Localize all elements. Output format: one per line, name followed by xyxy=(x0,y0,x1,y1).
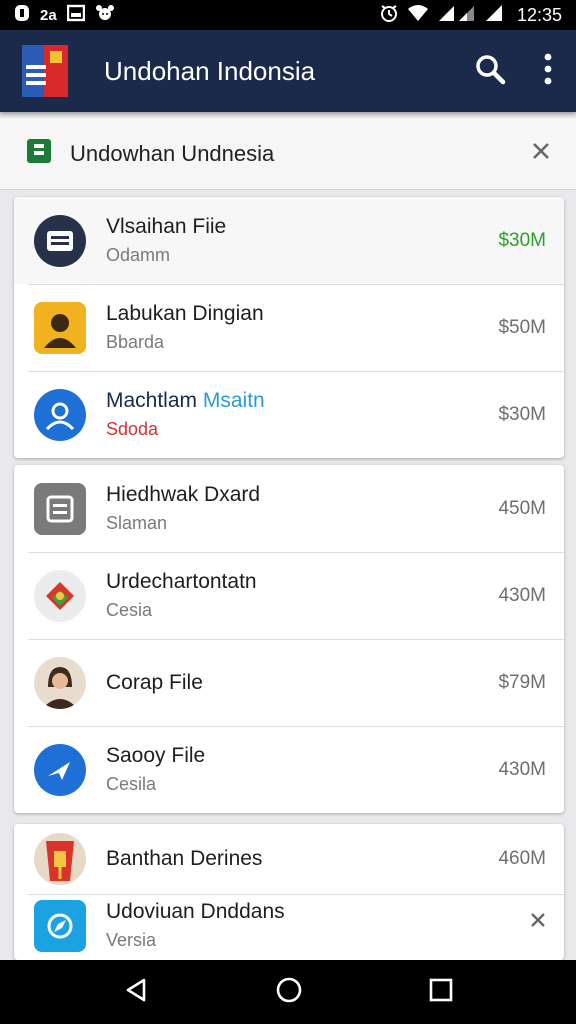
person-silhouette-icon xyxy=(34,301,86,354)
battery-icon xyxy=(485,4,503,27)
list-item-subtitle: Versia xyxy=(106,930,157,950)
list-item-title: Vlsaihan Fiie xyxy=(106,215,227,238)
list-item[interactable]: Corap File $79M xyxy=(14,639,564,726)
list-item-size: $50M xyxy=(498,316,546,338)
list-item[interactable]: Hiedhwak Dxard Slaman 450M xyxy=(14,465,564,552)
list-item-title: Corap File xyxy=(106,670,203,694)
status-time: 12:35 xyxy=(516,4,562,25)
document-avatar-icon xyxy=(34,214,86,267)
close-icon[interactable] xyxy=(530,912,546,933)
list-item-size: 430M xyxy=(498,584,546,606)
close-icon[interactable] xyxy=(532,142,550,165)
list-item-texts: Saooy File Cesila xyxy=(106,744,488,795)
back-icon[interactable] xyxy=(122,976,150,1009)
list-item-subtitle: Bbarda xyxy=(106,332,165,352)
overflow-menu-icon[interactable] xyxy=(542,53,554,90)
list-item-subtitle: Sdoda xyxy=(106,419,159,439)
app-bar: Undohan Indonsia xyxy=(0,30,576,112)
app-title: Undohan Indonsia xyxy=(104,55,316,86)
list-item-size: 430M xyxy=(498,758,546,780)
list-item-title: Labukan Dingian xyxy=(106,302,264,325)
wifi-icon xyxy=(407,4,429,27)
badge-icon xyxy=(34,569,86,622)
list-item-texts: Labukan Dingian Bbarda xyxy=(106,302,488,353)
list-item-title-highlight: Msaitn xyxy=(202,389,265,412)
status-left: 2a xyxy=(14,4,115,27)
app-logo-icon[interactable] xyxy=(22,45,68,97)
list-item[interactable]: Labukan Dingian Bbarda $50M xyxy=(14,284,564,371)
list-item-size: 460M xyxy=(498,848,546,869)
list-item-subtitle: Odamm xyxy=(106,245,171,265)
notification-icon xyxy=(14,4,30,27)
list-item-size: 450M xyxy=(498,497,546,519)
list-item-subtitle: Cesila xyxy=(106,774,157,794)
list-item[interactable]: Saooy File Cesila 430M xyxy=(14,726,564,813)
image-icon xyxy=(66,4,85,27)
banner-title: Undowhan Undnesia xyxy=(70,140,275,166)
plane-icon xyxy=(34,743,86,796)
recents-icon[interactable] xyxy=(428,977,454,1008)
list-item-title: Udoviuan Dnddans xyxy=(106,900,285,923)
list-item-size: $30M xyxy=(498,229,546,251)
list-item[interactable]: Udoviuan Dnddans Versia xyxy=(14,894,564,960)
status-bar: 2a 12:35 xyxy=(0,0,576,30)
list-item-texts: Banthan Derines xyxy=(106,847,488,871)
list-item-subtitle: Slaman xyxy=(106,513,168,533)
list-item-texts: Corap File xyxy=(106,671,488,695)
list-item-size: $30M xyxy=(498,403,546,425)
list-item-size: $79M xyxy=(498,671,546,693)
search-icon[interactable] xyxy=(474,53,506,90)
status-right: 12:35 xyxy=(379,3,562,28)
banner: Undowhan Undnesia xyxy=(0,118,576,190)
list-item[interactable]: Vlsaihan Fiie Odamm $30M xyxy=(14,197,564,284)
list-item[interactable]: Urdechartontatn Cesia 430M xyxy=(14,552,564,639)
list-item-title: Machtlam Msaitn xyxy=(106,389,488,413)
app-actions xyxy=(474,53,554,90)
list-item-texts: Urdechartontatn Cesia xyxy=(106,570,488,621)
list-item[interactable]: Banthan Derines 460M xyxy=(14,824,564,894)
file-group-1: Vlsaihan Fiie Odamm $30M Labukan Dingian… xyxy=(14,197,564,458)
navigation-bar xyxy=(0,960,576,1024)
woman-avatar-icon xyxy=(34,656,86,709)
alarm-icon xyxy=(379,3,399,28)
list-item-texts: Machtlam Msaitn Sdoda xyxy=(106,389,488,440)
pet-icon xyxy=(95,4,115,27)
list-item-texts: Hiedhwak Dxard Slaman xyxy=(106,483,488,534)
list-item-title: Saooy File xyxy=(106,744,206,767)
compass-icon xyxy=(34,900,86,952)
list-item-title: Hiedhwak Dxard xyxy=(106,483,261,506)
document-icon xyxy=(26,138,52,169)
list-item[interactable]: Machtlam Msaitn Sdoda $30M xyxy=(14,371,564,458)
list-item-texts: Vlsaihan Fiie Odamm xyxy=(106,215,488,266)
file-group-3: Banthan Derines 460M Udoviuan Dnddans Ve… xyxy=(14,824,564,960)
list-item-subtitle: Cesia xyxy=(106,600,153,620)
signal-icon xyxy=(437,4,477,27)
user-avatar-icon xyxy=(34,388,86,441)
shop-icon xyxy=(34,833,86,885)
home-icon[interactable] xyxy=(275,976,303,1009)
file-group-2: Hiedhwak Dxard Slaman 450M Urdechartonta… xyxy=(14,465,564,813)
folder-icon xyxy=(34,482,86,535)
list-item-title-main: Machtlam xyxy=(106,389,198,412)
status-text: 2a xyxy=(40,6,57,24)
list-item-title: Urdechartontatn xyxy=(106,570,257,593)
list-item-texts: Udoviuan Dnddans Versia xyxy=(106,900,530,951)
list-item-title: Banthan Derines xyxy=(106,847,263,870)
